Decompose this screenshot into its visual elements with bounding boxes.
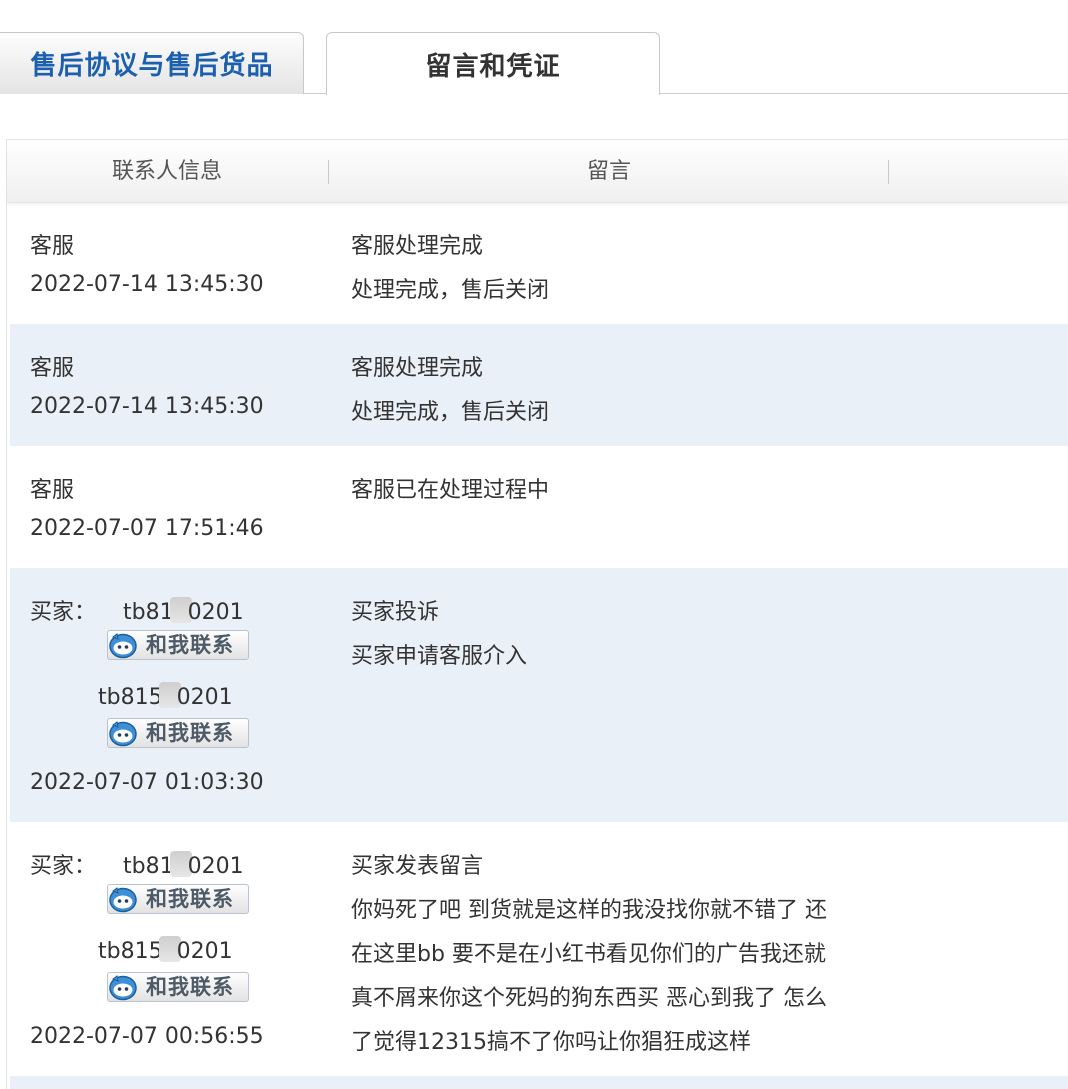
contact-me-label: 和我联系 (146, 633, 234, 657)
author-name: 客服 (30, 478, 75, 503)
message-time: 2022-07-14 13:45:30 (30, 394, 264, 419)
table-row: 买家： tb81 0201 和我联系 tb815 0201 和我联系 2022-… (10, 822, 1068, 1076)
table-row: 客服 2022-07-07 17:51:46 客服已在处理过程中 (10, 446, 1068, 568)
aliwangwang-icon (109, 887, 137, 913)
message-title: 买家发表留言 (351, 854, 484, 879)
contact-me-button[interactable]: 和我联系 (107, 972, 249, 1002)
buyer-label: 买家： (30, 600, 97, 625)
contact-me-button[interactable]: 和我联系 (107, 630, 249, 660)
table-row: 客服 2022-07-14 13:45:30 客服处理完成 处理完成，售后关闭 (10, 324, 1068, 446)
column-header-contact: 联系人信息 (111, 159, 222, 184)
tab-after-sale-agreement[interactable]: 售后协议与售后货品 (0, 32, 304, 94)
contact-me-label: 和我联系 (146, 887, 234, 911)
author-name: 客服 (30, 356, 75, 381)
message-time: 2022-07-07 00:56:55 (30, 1024, 264, 1049)
contact-me-button[interactable]: 和我联系 (107, 884, 249, 914)
buyer-nickname-secondary: tb815 0201 (98, 936, 233, 964)
aliwangwang-icon (109, 721, 137, 747)
buyer-nickname-secondary: tb815 0201 (98, 682, 233, 710)
message-body-line: 真不屑来你这个死妈的狗东西买 恶心到我了 怎么 (351, 986, 827, 1011)
tab-messages-and-evidence[interactable]: 留言和凭证 (326, 32, 660, 95)
message-body-line: 买家申请客服介入 (351, 644, 528, 669)
contact-me-label: 和我联系 (146, 721, 234, 745)
aliwangwang-icon (109, 633, 137, 659)
message-body-line: 处理完成，售后关闭 (351, 400, 550, 425)
column-divider (888, 160, 889, 184)
message-time: 2022-07-14 13:45:30 (30, 272, 264, 297)
table-row (10, 1076, 1068, 1089)
author-name: 客服 (30, 234, 75, 259)
contact-me-label: 和我联系 (146, 975, 234, 999)
message-title: 客服处理完成 (351, 234, 484, 259)
tab-bar: 售后协议与售后货品 留言和凭证 (0, 0, 1068, 96)
buyer-nickname[interactable]: tb81 0201 (123, 851, 244, 879)
message-title: 客服已在处理过程中 (351, 478, 550, 503)
message-title: 客服处理完成 (351, 356, 484, 381)
message-table: 联系人信息 留言 客服 2022-07-14 13:45:30 客服处理完成 处… (6, 139, 1068, 1089)
column-header-message: 留言 (586, 159, 631, 184)
message-title: 买家投诉 (351, 600, 440, 625)
buyer-label: 买家： (30, 854, 97, 879)
table-row: 买家： tb81 0201 和我联系 tb815 0201 和我联系 2022-… (10, 568, 1068, 822)
table-header: 联系人信息 留言 (7, 140, 1068, 203)
message-time: 2022-07-07 17:51:46 (30, 516, 264, 541)
contact-me-button[interactable]: 和我联系 (107, 718, 249, 748)
message-body-line: 了觉得12315搞不了你吗让你猖狂成这样 (351, 1030, 751, 1055)
buyer-nickname[interactable]: tb81 0201 (123, 597, 244, 625)
message-body-line: 处理完成，售后关闭 (351, 278, 550, 303)
buyer-line: 买家： tb81 0201 (30, 594, 244, 626)
message-body-line: 你妈死了吧 到货就是这样的我没找你就不错了 还 (351, 898, 827, 923)
message-body-line: 在这里bb 要不是在小红书看见你们的广告我还就 (351, 942, 826, 967)
message-time: 2022-07-07 01:03:30 (30, 770, 264, 795)
aliwangwang-icon (109, 975, 137, 1001)
buyer-line: 买家： tb81 0201 (30, 848, 244, 880)
table-row: 客服 2022-07-14 13:45:30 客服处理完成 处理完成，售后关闭 (10, 202, 1068, 324)
